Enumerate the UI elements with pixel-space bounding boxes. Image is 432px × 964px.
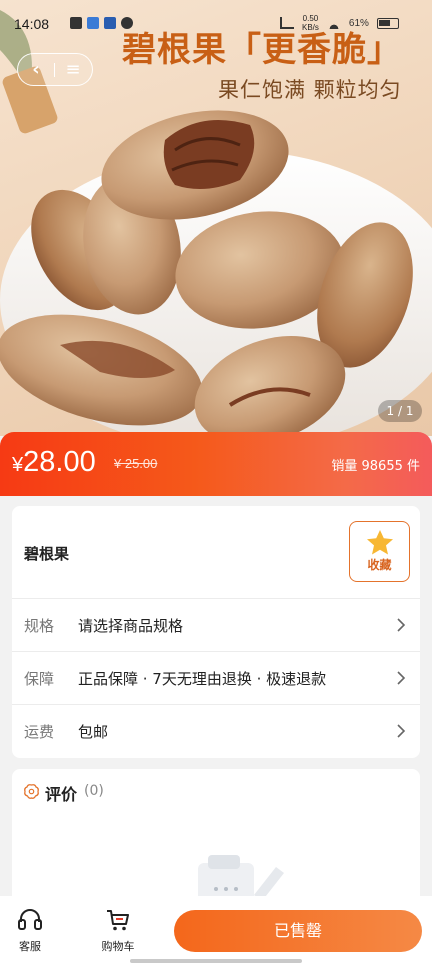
customer-service-button[interactable]: 客服 xyxy=(14,908,46,954)
product-info-card: 碧根果 收藏 规格 请选择商品规格 保障 正品保障 · 7天无理由退换 · 极速… xyxy=(12,506,420,758)
favorite-button[interactable]: 收藏 xyxy=(349,521,410,582)
promo-title: 碧根果「更香脆」 xyxy=(122,30,402,70)
product-name: 碧根果 xyxy=(24,545,70,563)
sold-out-button[interactable]: 已售罄 xyxy=(174,910,422,952)
sales-count: 销量 98655 件 xyxy=(331,459,420,474)
chevron-right-icon xyxy=(397,671,406,685)
cart-button[interactable]: 购物车 xyxy=(96,908,140,954)
promo-subtitle: 果仁饱满 颗粒均匀 xyxy=(218,78,402,102)
status-time: 14:08 xyxy=(14,16,50,32)
headset-icon xyxy=(18,909,42,930)
cart-label: 购物车 xyxy=(101,940,135,953)
menu-icon[interactable]: ≡ xyxy=(55,59,91,80)
favorite-label: 收藏 xyxy=(367,558,392,572)
reviews-title: 评价 xyxy=(45,785,78,804)
mail-icon xyxy=(70,17,82,29)
reviews-count: (0) xyxy=(84,783,104,799)
currency-symbol: ¥ xyxy=(12,454,24,476)
row-value: 正品保障 · 7天无理由退换 · 极速退款 xyxy=(78,670,327,688)
chevron-left-icon[interactable]: ‹ xyxy=(18,59,54,80)
original-price: ¥ 25.00 xyxy=(114,456,158,471)
home-indicator xyxy=(130,959,302,963)
app-notification-icon xyxy=(104,17,116,29)
row-label: 规格 xyxy=(24,617,55,635)
price-bar: ¥28.00 ¥ 25.00 销量 98655 件 xyxy=(0,432,432,496)
spec-row[interactable]: 规格 请选择商品规格 xyxy=(12,598,420,651)
review-icon xyxy=(24,784,39,799)
image-counter: 1 / 1 xyxy=(378,400,422,422)
price-value: 28.00 xyxy=(23,446,96,478)
capsule-nav: ‹ ≡ xyxy=(17,53,93,86)
row-value: 包邮 xyxy=(78,723,109,741)
star-icon xyxy=(366,530,393,555)
guarantee-row[interactable]: 保障 正品保障 · 7天无理由退换 · 极速退款 xyxy=(12,651,420,704)
chevron-right-icon xyxy=(397,724,406,738)
bottom-action-bar: 客服 购物车 已售罄 xyxy=(0,896,432,964)
app-notification-icon xyxy=(87,17,99,29)
row-value: 请选择商品规格 xyxy=(78,617,184,635)
product-image[interactable]: 14:08 0.50 KB/s 61% ‹ ≡ 碧根果「更香脆」 果仁饱满 颗粒… xyxy=(0,0,432,436)
row-label: 运费 xyxy=(24,723,55,741)
shipping-row[interactable]: 运费 包邮 xyxy=(12,704,420,757)
service-label: 客服 xyxy=(19,940,41,953)
cart-icon xyxy=(107,910,129,931)
current-price: ¥28.00 xyxy=(12,446,96,479)
row-label: 保障 xyxy=(24,670,55,688)
chevron-right-icon xyxy=(397,618,406,632)
